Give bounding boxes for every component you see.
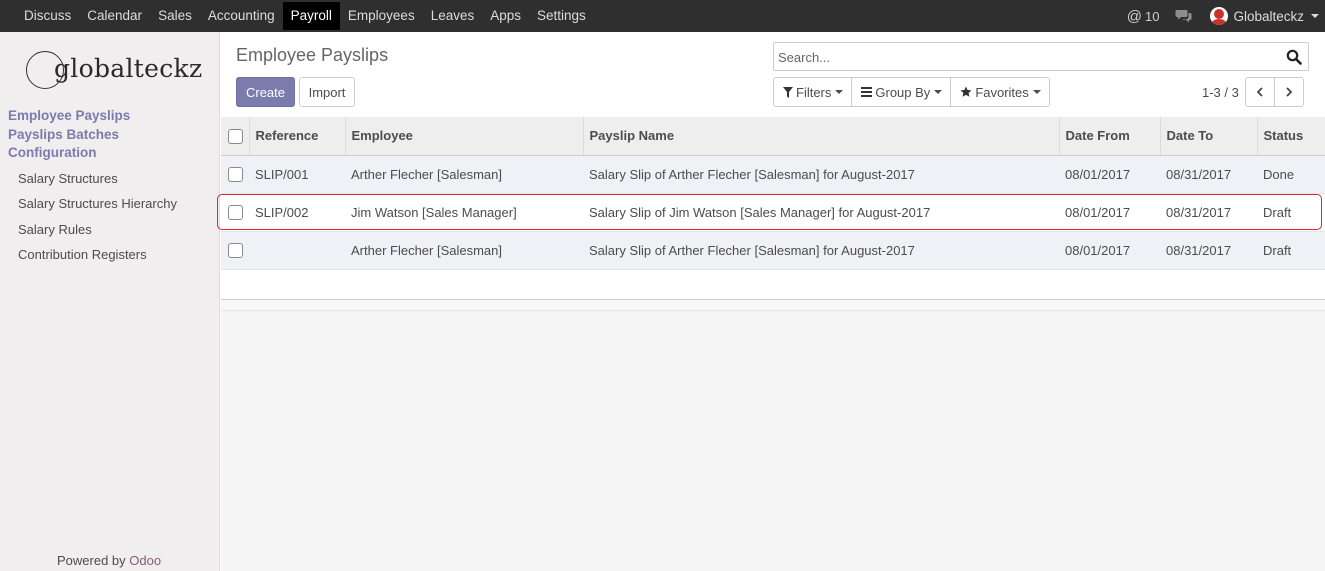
menu-discuss[interactable]: Discuss bbox=[16, 0, 79, 32]
filters-label: Filters bbox=[796, 84, 832, 100]
menu-apps[interactable]: Apps bbox=[482, 0, 529, 32]
sidebar-item-salary-structures-hierarchy[interactable]: Salary Structures Hierarchy bbox=[18, 191, 177, 216]
menu-leaves[interactable]: Leaves bbox=[423, 0, 483, 32]
company-logo[interactable]: globalteckz bbox=[26, 49, 202, 91]
caret-down-icon bbox=[1311, 14, 1319, 18]
menu-payroll[interactable]: Payroll bbox=[282, 2, 340, 30]
table-row[interactable]: Arther Flecher [Salesman] Salary Slip of… bbox=[221, 231, 1325, 269]
groupby-label: Group By bbox=[875, 84, 931, 100]
select-all-checkbox[interactable] bbox=[228, 128, 243, 144]
import-button[interactable]: Import bbox=[299, 77, 355, 107]
chat-button[interactable] bbox=[1175, 9, 1192, 23]
groupby-button[interactable]: Group By bbox=[851, 77, 952, 107]
messages-count: 10 bbox=[1144, 8, 1160, 24]
chevron-left-icon bbox=[1256, 87, 1263, 97]
list-icon bbox=[861, 87, 873, 97]
sidebar-section-employee-payslips[interactable]: Employee Payslips bbox=[8, 107, 130, 126]
sidebar-item-salary-rules[interactable]: Salary Rules bbox=[18, 217, 177, 242]
caret-down-icon bbox=[934, 90, 943, 94]
odoo-link[interactable]: Odoo bbox=[129, 553, 161, 568]
menu-settings[interactable]: Settings bbox=[529, 0, 594, 32]
page-title: Employee Payslips bbox=[236, 45, 389, 65]
cell-reference: SLIP/002 bbox=[255, 204, 309, 220]
filters-button[interactable]: Filters bbox=[773, 77, 853, 107]
powered-by-label: Powered by bbox=[57, 553, 126, 568]
powered-by: Powered by Odoo bbox=[57, 553, 161, 568]
payslip-list: Reference Employee Payslip Name Date Fro… bbox=[221, 117, 1325, 270]
column-employee[interactable]: Employee bbox=[345, 117, 584, 156]
sidebar: globalteckz Employee Payslips Payslips B… bbox=[0, 32, 220, 571]
cell-date-to: 08/31/2017 bbox=[1166, 166, 1232, 182]
column-date-from[interactable]: Date From bbox=[1059, 117, 1161, 156]
column-reference[interactable]: Reference bbox=[249, 117, 346, 156]
column-status[interactable]: Status bbox=[1257, 117, 1325, 156]
messages-button[interactable]: @ 10 bbox=[1127, 8, 1160, 25]
pager-previous-button[interactable] bbox=[1244, 77, 1275, 107]
at-icon: @ bbox=[1126, 7, 1142, 25]
table-row[interactable]: SLIP/001 Arther Flecher [Salesman] Salar… bbox=[221, 155, 1325, 193]
search-box bbox=[773, 42, 1309, 71]
cell-date-to: 08/31/2017 bbox=[1166, 204, 1232, 220]
caret-down-icon bbox=[1032, 90, 1041, 94]
star-icon bbox=[960, 86, 972, 98]
cell-employee: Arther Flecher [Salesman] bbox=[351, 242, 503, 258]
payslip-table: Reference Employee Payslip Name Date Fro… bbox=[221, 117, 1325, 270]
search-input[interactable] bbox=[778, 47, 1278, 67]
column-payslip-name[interactable]: Payslip Name bbox=[583, 117, 1060, 156]
favorites-button[interactable]: Favorites bbox=[950, 77, 1050, 107]
column-date-to[interactable]: Date To bbox=[1160, 117, 1258, 156]
sidebar-item-contribution-registers[interactable]: Contribution Registers bbox=[18, 242, 177, 267]
search-options: Filters Group By Favorites bbox=[773, 77, 1050, 107]
filter-icon bbox=[783, 86, 793, 98]
cell-payslip-name: Salary Slip of Jim Watson [Sales Manager… bbox=[589, 204, 931, 220]
cell-date-from: 08/01/2017 bbox=[1065, 242, 1131, 258]
row-checkbox-cell bbox=[221, 155, 249, 193]
menu-calendar[interactable]: Calendar bbox=[79, 0, 150, 32]
table-header-row: Reference Employee Payslip Name Date Fro… bbox=[221, 117, 1325, 156]
cell-payslip-name: Salary Slip of Arther Flecher [Salesman]… bbox=[589, 166, 915, 182]
user-name: Globalteckz bbox=[1233, 8, 1304, 24]
pager-next-button[interactable] bbox=[1273, 77, 1304, 107]
app-menu: Discuss Calendar Sales Accounting Payrol… bbox=[16, 0, 594, 32]
select-all-cell bbox=[221, 117, 250, 156]
cell-status: Done bbox=[1263, 166, 1295, 182]
cell-employee: Jim Watson [Sales Manager] bbox=[351, 204, 517, 220]
cell-reference bbox=[249, 231, 345, 269]
pager-value[interactable]: 1-3 / 3 bbox=[1202, 85, 1239, 100]
cell-payslip-name: Salary Slip of Arther Flecher [Salesman]… bbox=[589, 242, 915, 258]
cell-date-from: 08/01/2017 bbox=[1065, 166, 1131, 182]
row-checkbox[interactable] bbox=[228, 243, 243, 259]
cell-employee: Arther Flecher [Salesman] bbox=[351, 166, 503, 182]
table-row[interactable]: SLIP/002 Jim Watson [Sales Manager] Sala… bbox=[221, 193, 1325, 231]
logo-text: globalteckz bbox=[54, 54, 203, 83]
avatar bbox=[1210, 7, 1229, 25]
row-checkbox-cell bbox=[221, 193, 249, 231]
favorites-label: Favorites bbox=[975, 84, 1029, 100]
row-checkbox[interactable] bbox=[228, 167, 243, 183]
chevron-right-icon bbox=[1286, 87, 1293, 97]
menu-sales[interactable]: Sales bbox=[150, 0, 200, 32]
cell-date-from: 08/01/2017 bbox=[1065, 204, 1131, 220]
menu-employees[interactable]: Employees bbox=[340, 0, 423, 32]
cell-date-to: 08/31/2017 bbox=[1166, 242, 1232, 258]
search-icon[interactable] bbox=[1286, 49, 1302, 65]
cell-reference: SLIP/001 bbox=[255, 166, 309, 182]
menu-accounting[interactable]: Accounting bbox=[200, 0, 283, 32]
content-background bbox=[221, 311, 1325, 571]
create-button[interactable]: Create bbox=[236, 77, 295, 107]
list-footer bbox=[221, 299, 1325, 311]
row-checkbox[interactable] bbox=[228, 205, 243, 221]
cell-status: Draft bbox=[1263, 242, 1292, 258]
chat-icon bbox=[1175, 10, 1192, 23]
caret-down-icon bbox=[835, 90, 844, 94]
top-navbar: Discuss Calendar Sales Accounting Payrol… bbox=[0, 0, 1325, 32]
row-checkbox-cell bbox=[221, 231, 249, 269]
sidebar-section-payslips-batches[interactable]: Payslips Batches bbox=[8, 126, 130, 145]
pager: 1-3 / 3 bbox=[1202, 77, 1304, 107]
sidebar-item-salary-structures[interactable]: Salary Structures bbox=[18, 166, 177, 191]
user-menu[interactable]: Globalteckz bbox=[1210, 7, 1319, 25]
cell-status: Draft bbox=[1263, 204, 1292, 220]
sidebar-section-configuration[interactable]: Configuration bbox=[8, 144, 130, 163]
